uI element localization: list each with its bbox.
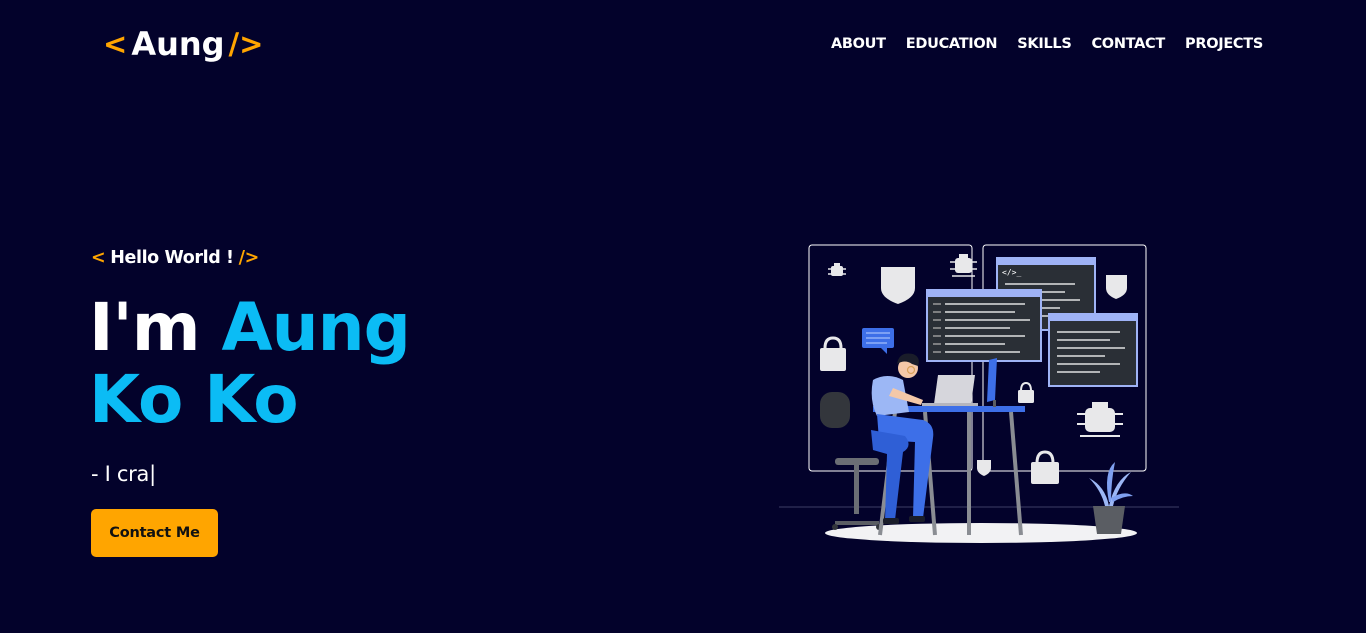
floor-shadow [825,523,1137,543]
plant-icon [1089,462,1133,534]
chat-bubble-icon [862,328,894,354]
nav-projects[interactable]: PROJECTS [1185,35,1263,53]
lock-icon [1018,381,1034,403]
logo-open-bracket: < [103,27,128,61]
developer-illustration: </>_ [779,244,1179,543]
typed-tagline: - I cra| [91,460,156,488]
main-nav: ABOUT EDUCATION SKILLS CONTACT PROJECTS [831,35,1263,53]
developer-person [871,353,934,524]
nav-contact[interactable]: CONTACT [1091,35,1165,53]
code-window-icon [1048,313,1138,387]
logo-close-bracket: /> [228,27,264,61]
logo[interactable]: < Aung /> [103,24,263,64]
hero-greeting: < Hello World ! /> [91,248,259,268]
greeting-open-bracket: < [91,248,106,268]
shield-icon [977,460,991,476]
lock-icon [820,336,846,371]
logo-name: Aung [131,25,225,63]
hero-headline: I'm Aung Ko Ko [89,292,509,436]
shield-icon [881,267,915,304]
greeting-close-bracket: /> [238,248,260,268]
bug-icon [1077,402,1123,437]
contact-me-button[interactable]: Contact Me [91,509,218,557]
headline-prefix: I'm [89,289,201,366]
laptop-icon [922,375,978,406]
code-tag-text: </>_ [1002,268,1021,277]
monitor-icon [987,358,997,407]
nav-about[interactable]: ABOUT [831,35,886,53]
lock-icon [1031,450,1059,484]
typed-text: - I cra [91,462,150,486]
shield-icon [1106,275,1127,299]
nav-education[interactable]: EDUCATION [906,35,998,53]
nav-skills[interactable]: SKILLS [1017,35,1072,53]
code-window-icon [926,289,1042,362]
page: < Aung /> ABOUT EDUCATION SKILLS CONTACT… [0,0,1366,633]
bug-icon [828,263,846,276]
chair-icon [820,392,882,530]
bug-icon [950,254,977,277]
greeting-text: Hello World ! [110,248,234,268]
typing-caret: | [149,462,156,486]
